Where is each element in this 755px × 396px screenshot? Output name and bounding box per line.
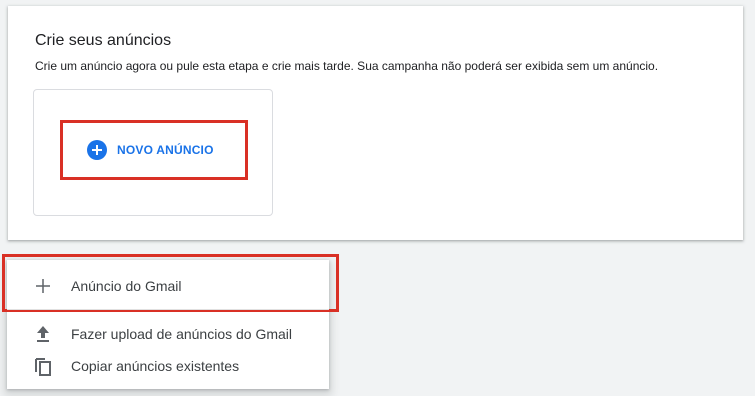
menu-item-label: Fazer upload de anúncios do Gmail [71, 326, 293, 342]
menu-item-copy-existing-ads[interactable]: Copiar anúncios existentes [7, 350, 329, 382]
new-ad-highlight-box: NOVO ANÚNCIO [60, 120, 248, 180]
menu-item-upload-gmail-ads[interactable]: Fazer upload de anúncios do Gmail [7, 318, 329, 350]
new-ad-tile: NOVO ANÚNCIO [33, 89, 273, 216]
plus-icon [33, 276, 53, 296]
upload-icon [33, 324, 53, 344]
create-ads-card: Crie seus anúncios Crie um anúncio agora… [8, 6, 743, 240]
copy-icon [33, 356, 53, 376]
menu-divider [7, 309, 329, 310]
add-circle-icon [87, 140, 107, 160]
new-ad-label: NOVO ANÚNCIO [117, 143, 214, 157]
card-title: Crie seus anúncios [35, 32, 172, 49]
menu-item-label: Copiar anúncios existentes [71, 358, 240, 374]
card-description: Crie um anúncio agora ou pule esta etapa… [35, 59, 659, 73]
menu-item-gmail-ad[interactable]: Anúncio do Gmail [7, 270, 329, 302]
menu-item-label: Anúncio do Gmail [71, 278, 182, 294]
new-ad-menu: Anúncio do Gmail Fazer upload de anúncio… [2, 254, 339, 389]
new-ad-button[interactable]: NOVO ANÚNCIO [87, 140, 214, 160]
